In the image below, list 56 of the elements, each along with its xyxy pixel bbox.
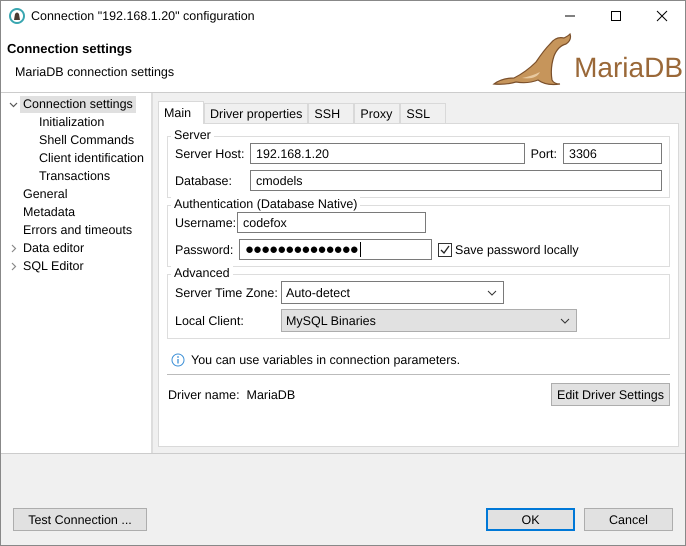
tree-item[interactable]: Metadata — [20, 204, 78, 220]
dialog-button[interactable]: OK — [486, 508, 575, 531]
tab[interactable]: SSH — [308, 103, 354, 123]
driver-name: MariaDB — [246, 388, 296, 402]
input-field[interactable]: 3306 — [563, 143, 662, 164]
edit-driver-button[interactable]: Edit Driver Settings — [551, 383, 670, 406]
field-label: Server Time Zone: — [175, 286, 275, 300]
info-icon — [171, 353, 185, 367]
chevron-right-icon[interactable] — [9, 244, 18, 252]
field-label: Port: — [530, 146, 557, 160]
chevron-down-icon[interactable] — [560, 318, 570, 324]
password-field[interactable]: ●●●●●●●●●●●●●● — [239, 239, 432, 260]
field-label: Local Client: — [175, 314, 245, 328]
tree-item[interactable]: Connection settings — [20, 96, 136, 112]
checkbox[interactable] — [438, 242, 452, 256]
tab[interactable]: Proxy — [354, 103, 400, 123]
group-title: Authentication (Database Native) — [171, 197, 360, 211]
chevron-right-icon[interactable] — [9, 262, 18, 270]
tree-item[interactable]: SQL Editor — [20, 258, 87, 274]
tab[interactable]: SSL — [400, 103, 446, 123]
info-text: You can use variables in connection parameters. — [191, 353, 460, 367]
dropdown-value: Auto-detect — [286, 286, 350, 300]
tree-item[interactable]: Transactions — [36, 168, 114, 184]
group-title: Advanced — [171, 266, 233, 280]
field-label: Database: — [175, 174, 233, 188]
group-title: Server — [171, 128, 214, 142]
dialog-button[interactable]: Test Connection ... — [13, 508, 147, 531]
tree-item[interactable]: Errors and timeouts — [20, 222, 136, 238]
window-title: Connection "192.168.1.20" configuration — [31, 9, 256, 23]
close-icon[interactable] — [656, 10, 668, 22]
dialog-button[interactable]: Cancel — [584, 508, 673, 531]
tab[interactable]: Main — [158, 101, 204, 124]
tree-item[interactable]: Data editor — [20, 240, 88, 256]
logo-text: MariaDB — [574, 52, 683, 84]
tree-item[interactable]: Initialization — [36, 114, 108, 130]
driver-label: Driver name: — [168, 388, 240, 402]
input-field[interactable]: 192.168.1.20 — [250, 143, 525, 164]
dropdown[interactable]: MySQL Binaries — [281, 309, 577, 332]
tree-item[interactable]: Shell Commands — [36, 132, 138, 148]
tree-item[interactable]: Client identification — [36, 150, 147, 166]
chevron-down-icon[interactable] — [9, 100, 18, 108]
dropdown-value: MySQL Binaries — [286, 314, 376, 328]
app-icon — [9, 8, 25, 24]
tree-item[interactable]: General — [20, 186, 70, 202]
chevron-down-icon[interactable] — [487, 290, 497, 296]
check-icon — [440, 244, 450, 254]
input-field[interactable]: cmodels — [250, 170, 662, 191]
input-field[interactable]: codefox — [237, 212, 426, 233]
maximize-icon[interactable] — [610, 10, 622, 22]
dropdown[interactable]: Auto-detect — [281, 281, 504, 304]
page-subtitle: MariaDB connection settings — [15, 65, 176, 79]
field-label: Password: — [175, 242, 233, 256]
page-title: Connection settings — [7, 41, 133, 56]
field-label: Server Host: — [175, 146, 244, 160]
tab[interactable]: Driver properties — [204, 103, 308, 123]
checkbox-label[interactable]: Save password locally — [455, 242, 579, 256]
